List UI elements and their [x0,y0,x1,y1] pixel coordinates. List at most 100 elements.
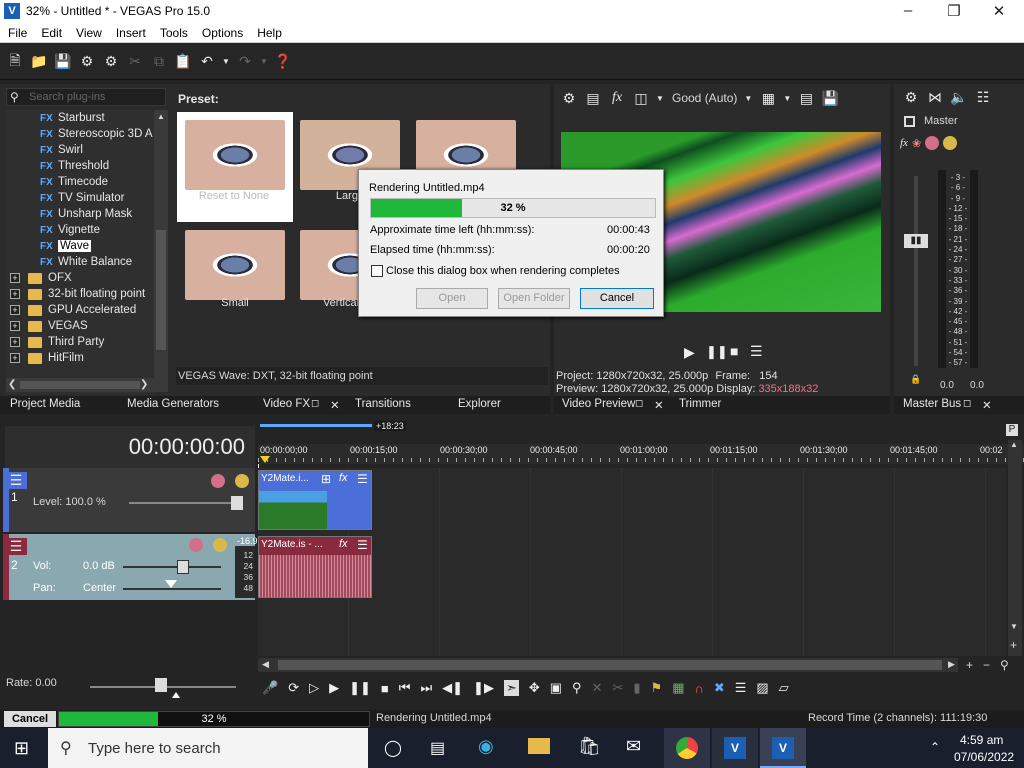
track-menu-icon[interactable]: ☰ [5,538,27,555]
mute-icon[interactable] [211,474,225,488]
next-frame-icon[interactable]: ❚▶ [473,680,494,696]
stop-icon[interactable]: ■ [730,343,738,359]
master-checkbox[interactable] [904,116,915,127]
track-menu-icon[interactable]: ☰ [5,472,27,489]
plugin-tree-vscroll[interactable]: ▲ [154,110,168,392]
tab-project-media[interactable]: Project Media [10,398,80,410]
volume-slider[interactable] [123,566,221,568]
store-icon[interactable]: 🛍 [578,736,601,757]
fx-bypass-icon[interactable]: ❀ [912,137,921,150]
cancel-render-button[interactable]: Cancel [4,711,56,727]
mute-icon[interactable] [925,136,940,150]
video-track-header[interactable]: ☰ 1 Level: 100.0 % [3,468,255,532]
loop-icon[interactable]: ⟳ [288,680,299,696]
pause-icon[interactable]: ❚❚ [349,680,371,696]
normal-edit-tool-icon[interactable]: ➣ [503,680,519,696]
solo-icon[interactable] [213,538,227,552]
scroll-left-icon[interactable]: ❮ [8,379,16,390]
vegas-taskbar-button-active[interactable]: V [760,728,806,768]
scroll-thumb[interactable] [278,660,942,670]
undock-icon[interactable]: ◻ [635,398,643,409]
rate-slider-handle[interactable] [155,678,167,692]
tree-item-fx[interactable]: FX White Balance [6,254,154,270]
cursor-marker-icon[interactable] [260,456,270,463]
expand-icon[interactable]: + [10,353,20,363]
dim-output-icon[interactable]: 🔈 [950,88,968,106]
open-folder-icon[interactable]: 📁 [30,53,48,71]
expand-icon[interactable]: + [10,321,20,331]
scroll-down-icon[interactable]: ▼ [1010,622,1018,631]
undock-icon[interactable]: ◻ [311,398,319,409]
redo-icon[interactable]: ↷ [236,53,254,71]
downmix-icon[interactable]: ⋈ [926,88,944,106]
maximize-button[interactable]: ❐ [938,2,970,20]
open-folder-button[interactable]: Open Folder [498,288,570,309]
marker-icon[interactable]: ⚑ [651,680,663,696]
split-icon[interactable]: ▮ [633,680,640,696]
selection-tool-icon[interactable]: ▣ [550,680,562,696]
pan-slider[interactable] [123,588,221,590]
preview-settings-icon[interactable]: ⚙ [560,89,578,107]
solo-icon[interactable] [235,474,249,488]
prev-frame-icon[interactable]: ◀❚ [442,680,463,696]
zoom-in-icon[interactable]: + [1010,638,1017,652]
dialog-cancel-button[interactable]: Cancel [580,288,654,309]
audio-clip[interactable]: Y2Mate.is - ... fx ☰ [258,536,372,598]
scroll-left-icon[interactable]: ◀ [262,659,269,670]
tree-item-fx[interactable]: FX Unsharp Mask [6,206,154,222]
scroll-thumb[interactable] [156,230,166,350]
tab-media-generators[interactable]: Media Generators [127,398,219,410]
undo-icon[interactable]: ↶ [198,53,216,71]
tree-folder[interactable]: + OFX [6,270,154,286]
zoom-tool-icon[interactable]: ⚲ [1000,658,1009,672]
mute-icon[interactable] [189,538,203,552]
preview-quality-select[interactable]: Good (Auto) [672,91,737,105]
redo-dropdown-icon[interactable]: ▼ [260,53,268,71]
clip-fx-icon[interactable]: fx [339,472,348,484]
minimize-button[interactable]: – [892,2,924,19]
new-file-icon[interactable]: 🗎 [6,52,24,71]
play-icon[interactable]: ▶ [684,344,695,361]
close-tab-icon[interactable]: ✕ [982,398,992,412]
cut-icon[interactable]: ✂ [126,53,144,71]
snapping-icon[interactable]: ∩ [695,681,704,696]
overlay-dropdown-icon[interactable]: ▼ [783,89,791,107]
lock-icon[interactable]: 🔒 [910,374,921,385]
windows-start-icon[interactable]: ⊞ [14,738,29,759]
mixer-icon[interactable]: ☷ [974,88,992,106]
ignore-grouping-icon[interactable]: ▱ [779,680,789,696]
timeline-hscroll[interactable]: ◀ ▶ [258,658,958,672]
ripple-edit-icon[interactable]: ☰ [735,680,747,696]
tree-item-fx-selected[interactable]: FX Wave [6,238,154,254]
cortana-icon[interactable]: ◯ [384,738,402,758]
pan-slider-handle[interactable] [165,580,177,588]
trim-icon[interactable]: ✂ [612,680,623,696]
external-monitor-icon[interactable]: ▤ [584,89,602,107]
undock-icon[interactable]: ◻ [963,398,971,409]
tree-folder[interactable]: + GPU Accelerated [6,302,154,318]
preset-small[interactable]: Small [185,230,285,309]
taskbar-date[interactable]: 07/06/2022 [954,750,1014,764]
time-ruler[interactable]: 00:00:00;00 00:00:15;00 00:00:30;00 00:0… [258,444,1024,464]
split-screen-icon[interactable]: ◫ [632,89,650,107]
show-hidden-icons-icon[interactable]: ⌃ [930,740,940,754]
render-icon[interactable]: ⚙ [78,53,96,71]
save-snapshot-icon[interactable]: 💾 [821,89,839,107]
menu-help[interactable]: Help [257,26,282,40]
audio-track-header[interactable]: ☰ 2 -16.9 12 24 36 48 Vol: 0.0 dB Pan: Cent… [3,534,258,600]
tab-video-preview[interactable]: Video Preview [562,398,635,410]
preview-menu-icon[interactable]: ☰ [750,343,763,360]
delete-icon[interactable]: ✕ [592,680,603,696]
undo-dropdown-icon[interactable]: ▼ [222,53,230,71]
menu-file[interactable]: File [8,26,27,40]
zoom-in-icon[interactable]: + [966,658,973,672]
solo-icon[interactable] [943,136,958,150]
task-view-icon[interactable]: ▤ [430,738,445,758]
taskbar-search-box[interactable]: ⚲ Type here to search [48,728,368,768]
level-slider[interactable] [129,502,239,504]
clip-fx-icon[interactable]: fx [339,538,348,550]
auto-crossfade-icon[interactable]: ✖ [714,680,725,696]
tree-folder[interactable]: +32-bit floating point [6,286,154,302]
grid-overlay-icon[interactable]: ▦ [759,89,777,107]
volume-slider-handle[interactable] [177,560,189,574]
